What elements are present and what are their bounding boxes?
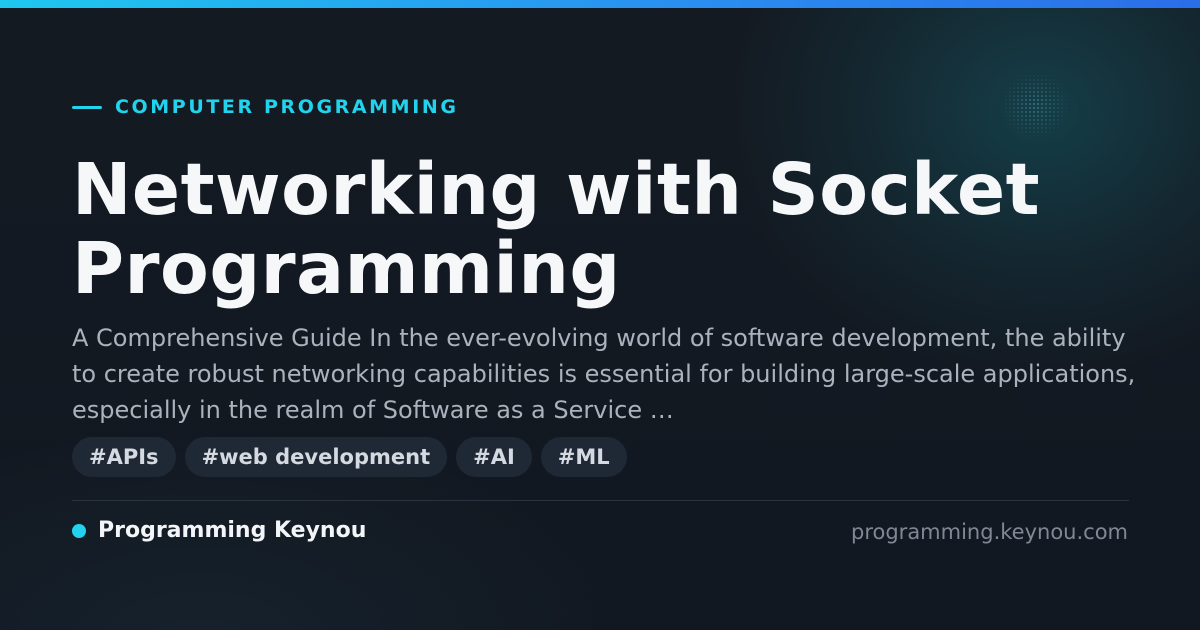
tag-chip[interactable]: #web development: [184, 437, 448, 477]
site-domain: programming.keynou.com: [851, 520, 1128, 544]
category-kicker: COMPUTER PROGRAMMING: [72, 96, 459, 118]
decorative-dot-pattern: [1000, 70, 1070, 140]
brand-dot-icon: [72, 523, 86, 538]
article-excerpt: A Comprehensive Guide In the ever-evolvi…: [72, 324, 1136, 424]
tag-chip[interactable]: #ML: [540, 437, 627, 477]
brand: Programming Keynou: [72, 518, 366, 543]
footer-divider: [72, 500, 1129, 501]
brand-name: Programming Keynou: [98, 518, 367, 543]
article-title: Networking with Socket Programming: [72, 148, 1041, 310]
accent-top-bar: [0, 0, 1200, 8]
kicker-dash-icon: [72, 105, 102, 109]
category-label: COMPUTER PROGRAMMING: [115, 96, 459, 118]
tag-chip[interactable]: #APIs: [72, 437, 176, 477]
tag-chip[interactable]: #AI: [456, 437, 532, 477]
tag-list: #APIs #web development #AI #ML: [72, 437, 636, 477]
share-card: COMPUTER PROGRAMMING Networking with Soc…: [0, 0, 1200, 630]
